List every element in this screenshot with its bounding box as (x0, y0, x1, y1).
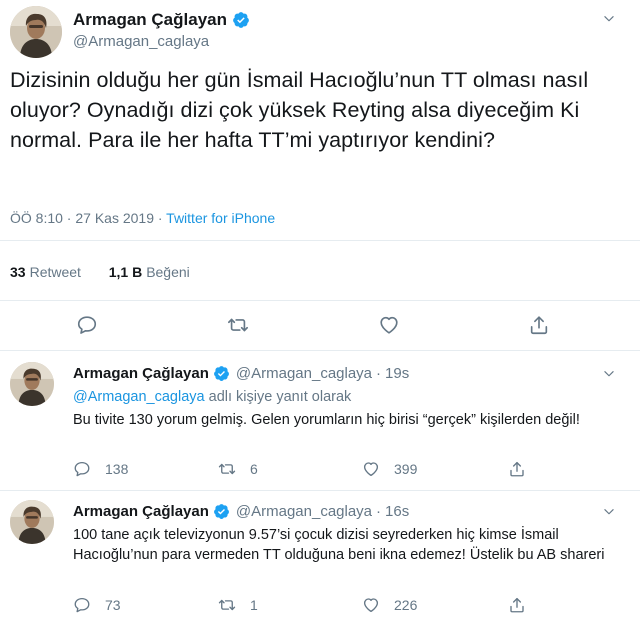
divider (0, 490, 640, 491)
verified-icon (213, 365, 230, 382)
reply-icon (73, 596, 91, 614)
tweet-timestamp[interactable]: ÖÖ 8:10 · 27 Kas 2019 · (10, 210, 163, 226)
reply-count: 73 (105, 597, 121, 613)
retweet-label: Retweet (29, 264, 81, 280)
reply-text: 100 tane açık televizyonun 9.57’si çocuk… (73, 527, 605, 563)
reply-icon[interactable] (76, 314, 98, 336)
verified-icon (232, 11, 250, 29)
tweet-meta: ÖÖ 8:10 · 27 Kas 2019 · Twitter for iPho… (10, 210, 275, 226)
retweet-count: 33 (10, 264, 26, 280)
avatar[interactable] (10, 362, 54, 406)
chevron-down-icon[interactable] (602, 367, 616, 381)
share-button[interactable] (508, 596, 540, 614)
share-button[interactable] (508, 460, 540, 478)
author-display-name[interactable]: Armagan Çağlayan (73, 10, 227, 30)
retweet-button[interactable]: 6 (218, 460, 258, 478)
retweet-button[interactable]: 1 (218, 596, 258, 614)
mention-link[interactable]: @Armagan_caglaya (73, 389, 205, 405)
tweet-text: Dizisinin olduğu her gün İsmail Hacıoğlu… (10, 68, 589, 152)
share-icon[interactable] (528, 314, 550, 336)
tweet-stats: 33 Retweet 1,1 B Beğeni (10, 264, 190, 280)
author-handle[interactable]: @Armagan_caglaya (73, 33, 209, 50)
divider (0, 240, 640, 241)
reply-button[interactable]: 73 (73, 596, 121, 614)
retweet-icon[interactable] (227, 314, 249, 336)
divider (0, 350, 640, 351)
reply-context: @Armagan_caglaya adlı kişiye yanıt olara… (73, 389, 351, 405)
reply-context-text: adlı kişiye yanıt olarak (204, 389, 352, 405)
like-icon (362, 460, 380, 478)
retweet-count: 1 (250, 597, 258, 613)
reply-header: Armagan Çağlayan @Armagan_caglaya · 16s (73, 503, 409, 520)
share-icon (508, 460, 526, 478)
retweet-count: 6 (250, 461, 258, 477)
retweet-icon (218, 596, 236, 614)
like-count: 226 (394, 597, 418, 613)
verified-icon (213, 503, 230, 520)
avatar[interactable] (10, 500, 54, 544)
reply-text: Bu tivite 130 yorum gelmiş. Gelen yoruml… (73, 412, 580, 428)
like-button[interactable]: 399 (362, 460, 417, 478)
main-tweet: Armagan Çağlayan @Armagan_caglaya Dizisi… (0, 0, 640, 350)
author-display-name[interactable]: Armagan Çağlayan (73, 503, 209, 520)
like-count: 399 (394, 461, 418, 477)
author-display-name[interactable]: Armagan Çağlayan (73, 365, 209, 382)
separator-dot: · (376, 365, 382, 382)
reply-header: Armagan Çağlayan @Armagan_caglaya · 19s (73, 365, 409, 382)
reply-timestamp[interactable]: 19s (385, 365, 409, 382)
reply-icon (73, 460, 91, 478)
reply-button[interactable]: 138 (73, 460, 128, 478)
like-label: Beğeni (146, 264, 190, 280)
chevron-down-icon[interactable] (602, 505, 616, 519)
like-icon (362, 596, 380, 614)
divider (0, 300, 640, 301)
share-icon (508, 596, 526, 614)
reply-count: 138 (105, 461, 129, 477)
author-name-row[interactable]: Armagan Çağlayan (73, 10, 250, 30)
avatar[interactable] (10, 6, 62, 58)
chevron-down-icon[interactable] (602, 12, 616, 26)
reply-timestamp[interactable]: 16s (385, 503, 409, 520)
like-icon[interactable] (378, 314, 400, 336)
tweet-source-link[interactable]: Twitter for iPhone (166, 210, 275, 226)
like-stat[interactable]: 1,1 B Beğeni (109, 264, 190, 280)
retweet-icon (218, 460, 236, 478)
author-handle[interactable]: @Armagan_caglaya (236, 365, 372, 382)
like-count: 1,1 B (108, 264, 143, 280)
retweet-stat[interactable]: 33 Retweet (10, 264, 81, 280)
separator-dot: · (376, 503, 382, 520)
like-button[interactable]: 226 (362, 596, 417, 614)
author-handle[interactable]: @Armagan_caglaya (236, 503, 372, 520)
